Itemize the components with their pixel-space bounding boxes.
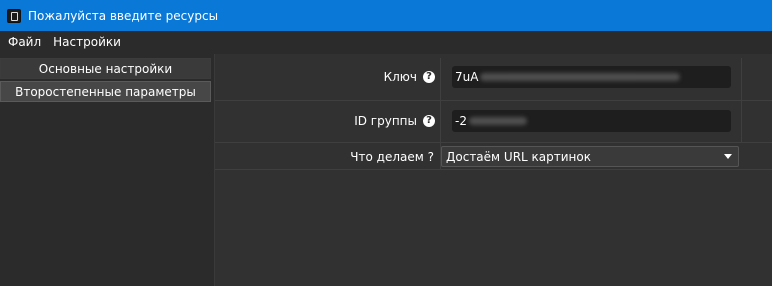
masked-text xyxy=(480,73,681,81)
key-label: Ключ xyxy=(383,70,417,84)
title-bar: Пожалуйста введите ресурсы xyxy=(0,0,772,31)
help-icon[interactable]: ? xyxy=(423,115,435,127)
group-id-input[interactable]: -2 xyxy=(452,110,731,132)
menu-file[interactable]: Файл xyxy=(0,35,47,49)
chevron-down-icon[interactable] xyxy=(724,154,732,159)
key-label-row: Ключ ? xyxy=(215,66,435,88)
masked-text xyxy=(468,117,527,125)
menu-settings[interactable]: Настройки xyxy=(47,35,127,49)
window-title: Пожалуйста введите ресурсы xyxy=(28,8,219,23)
nav-panel: Основные настройки Второстепенные параме… xyxy=(0,54,214,286)
key-value: 7uA xyxy=(455,70,479,84)
main-settings-button[interactable]: Основные настройки xyxy=(0,58,211,79)
key-input[interactable]: 7uA xyxy=(452,66,731,88)
group-id-label: ID группы xyxy=(354,114,417,128)
action-label: Что делаем ? xyxy=(350,149,434,164)
help-icon[interactable]: ? xyxy=(423,71,435,83)
action-select[interactable]: Достаём URL картинок xyxy=(441,146,739,167)
action-selected-value: Достаём URL картинок xyxy=(446,149,591,164)
secondary-params-button[interactable]: Второстепенные параметры xyxy=(0,81,211,102)
column-divider-right xyxy=(741,58,742,143)
group-id-value: -2 xyxy=(455,114,467,128)
action-label-row: Что делаем ? xyxy=(215,146,434,167)
app-icon xyxy=(7,8,21,23)
group-id-label-row: ID группы ? xyxy=(215,110,435,132)
menu-bar: Файл Настройки xyxy=(0,31,772,53)
